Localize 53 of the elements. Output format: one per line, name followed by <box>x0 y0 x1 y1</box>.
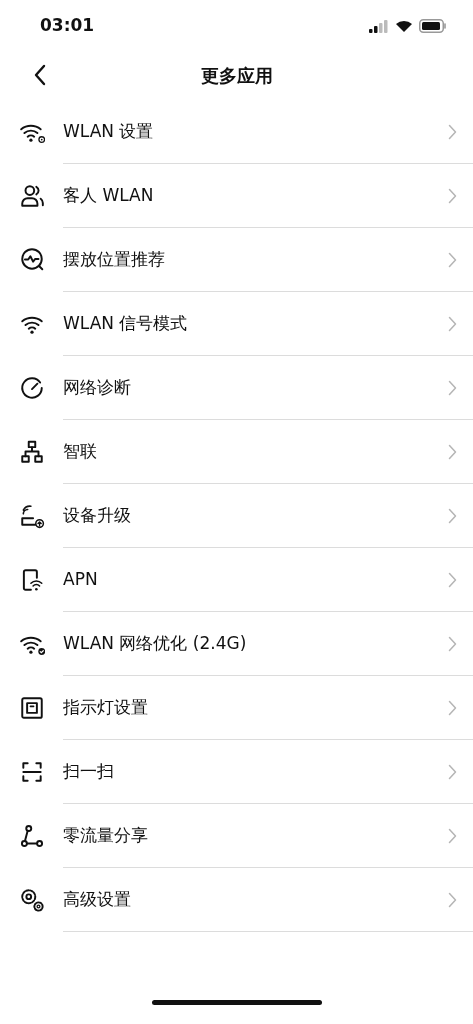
menu-item[interactable]: 智联 <box>0 420 473 484</box>
menu-item[interactable]: 客人 WLAN <box>0 164 473 228</box>
chevron-icon <box>448 315 457 332</box>
status-time: 03:01 <box>40 14 95 38</box>
share-nodes-icon <box>19 823 45 849</box>
chevron-icon <box>448 571 457 588</box>
router-upgrade-icon <box>19 503 45 529</box>
signal-icon <box>369 19 389 33</box>
menu-item[interactable]: WLAN 信号模式 <box>0 292 473 356</box>
menu-item[interactable]: WLAN 网络优化 (2.4G) <box>0 612 473 676</box>
menu-item-label: 客人 WLAN <box>63 183 154 207</box>
gauge-icon <box>19 375 45 401</box>
back-icon <box>33 64 47 86</box>
chevron-icon <box>448 699 457 716</box>
page-title: 更多应用 <box>200 63 273 88</box>
chevron-icon <box>448 379 457 396</box>
menu-item[interactable]: APN <box>0 548 473 612</box>
menu-item[interactable]: 指示灯设置 <box>0 676 473 740</box>
chevron-icon <box>448 443 457 460</box>
menu-item[interactable]: 设备升级 <box>0 484 473 548</box>
menu-item-label: WLAN 网络优化 (2.4G) <box>63 631 247 655</box>
menu-item[interactable]: 网络诊断 <box>0 356 473 420</box>
menu-item-label: 智联 <box>63 439 97 463</box>
square-frame-icon <box>19 695 45 721</box>
menu-item[interactable]: 摆放位置推荐 <box>0 228 473 292</box>
wifi-icon <box>395 19 413 33</box>
menu-item-label: 零流量分享 <box>63 823 148 847</box>
chevron-icon <box>448 123 457 140</box>
menu-item-label: 设备升级 <box>63 503 131 527</box>
network-icon <box>19 439 45 465</box>
chevron-icon <box>448 827 457 844</box>
menu-item-label: 网络诊断 <box>63 375 131 399</box>
menu-item[interactable]: 扫一扫 <box>0 740 473 804</box>
menu-item-label: 指示灯设置 <box>63 695 148 719</box>
scan-icon <box>19 759 45 785</box>
menu-item[interactable]: 高级设置 <box>0 868 473 932</box>
menu-item[interactable]: 零流量分享 <box>0 804 473 868</box>
chevron-icon <box>448 763 457 780</box>
chevron-icon <box>448 635 457 652</box>
menu-item-label: 高级设置 <box>63 887 131 911</box>
menu-item-label: WLAN 设置 <box>63 119 154 143</box>
menu-item-label: APN <box>63 567 98 591</box>
users-icon <box>19 183 45 209</box>
menu-item-label: 扫一扫 <box>63 759 114 783</box>
menu-item-label: WLAN 信号模式 <box>63 311 188 335</box>
search-pulse-icon <box>19 247 45 273</box>
chevron-icon <box>448 251 457 268</box>
chevron-icon <box>448 891 457 908</box>
chevron-icon <box>448 187 457 204</box>
battery-icon <box>419 19 447 33</box>
chevron-icon <box>448 507 457 524</box>
menu-item-label: 摆放位置推荐 <box>63 247 165 271</box>
menu-item[interactable]: WLAN 设置 <box>0 100 473 164</box>
